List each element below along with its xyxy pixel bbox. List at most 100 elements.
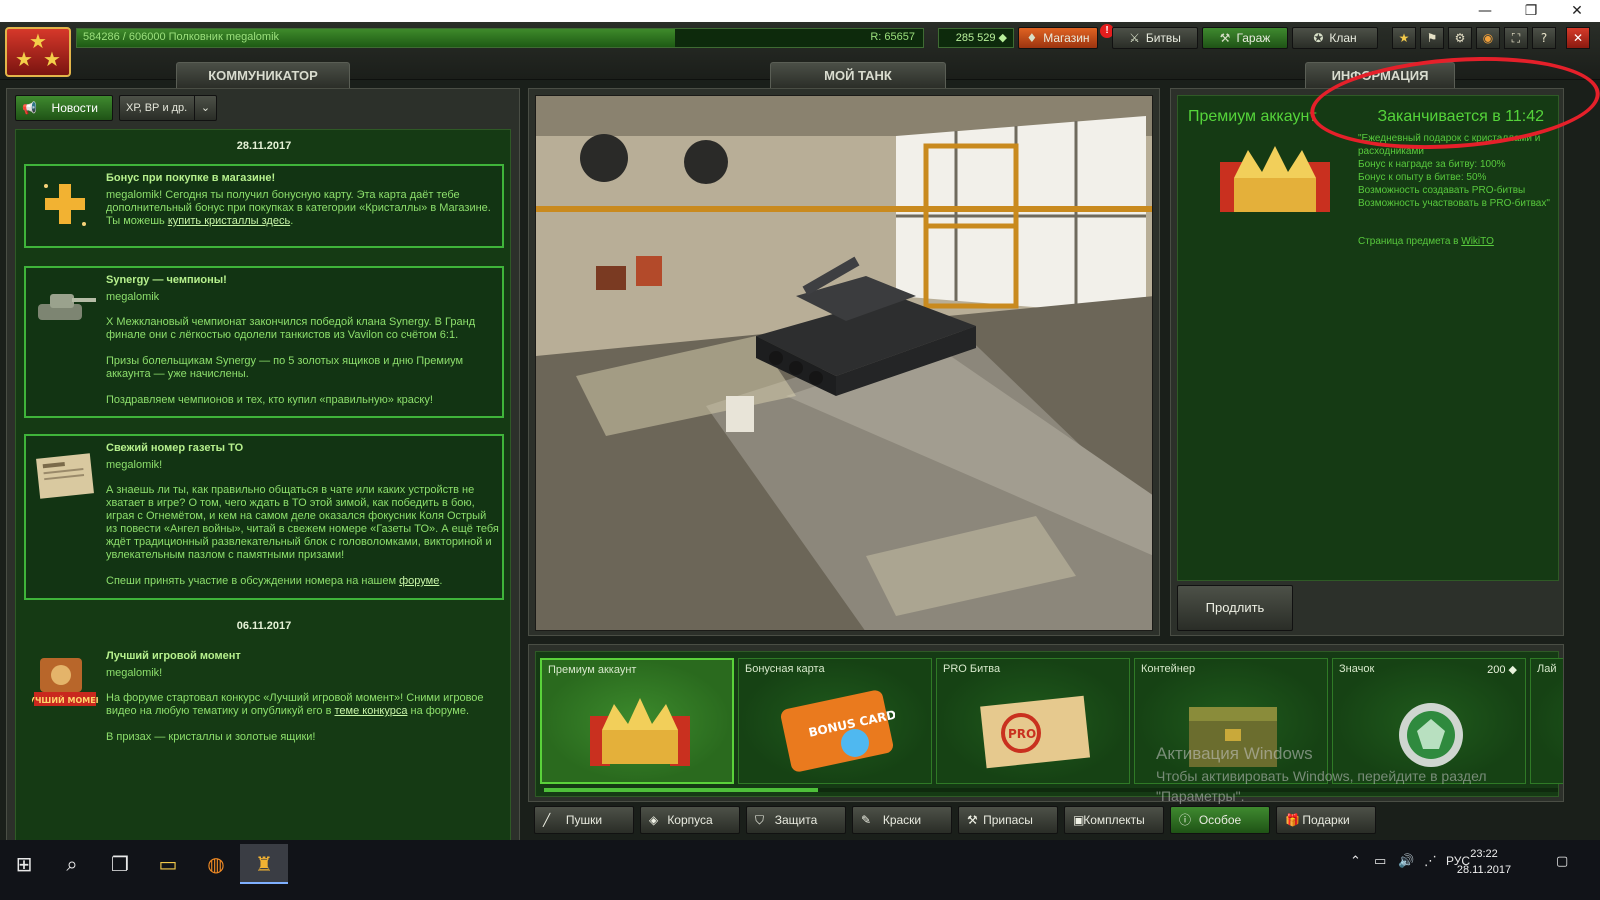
start-icon[interactable]: ⊞	[0, 844, 48, 884]
clock-time: 23:22	[1470, 848, 1498, 860]
news-filter-dropdown[interactable]: ХР, ВР и др. ⌄	[119, 95, 217, 121]
help-icon[interactable]: ?	[1532, 27, 1556, 49]
restore-button[interactable]: ❐	[1508, 0, 1554, 22]
crossed-swords-icon: ⚔	[1129, 31, 1140, 45]
pro-stamp-text: PRO	[1008, 727, 1036, 741]
news-text: X Межклановый чемпионат закончился побед…	[106, 316, 476, 341]
category-gifts[interactable]: 🎁 Подарки	[1276, 806, 1376, 834]
news-title: Бонус при покупке в магазине!	[106, 172, 276, 184]
forum-link[interactable]: форуме	[399, 575, 439, 587]
wrench-icon: ⚒	[1219, 31, 1231, 45]
volume-icon[interactable]: 🔊	[1398, 854, 1414, 869]
renew-button[interactable]: Продлить	[1177, 585, 1293, 631]
category-supplies[interactable]: ⚒ Припасы	[958, 806, 1058, 834]
category-protection[interactable]: ⛉ Защита	[746, 806, 846, 834]
windows-taskbar: ⊞ ⌕ ❐ ▭ ◍ ♜ ⌃ ▭ 🔊 ⋰ РУС 23:22 28.11.2017…	[0, 840, 1600, 900]
buy-crystals-link[interactable]: купить кристаллы здесь	[168, 215, 290, 227]
crystals-counter: 285 529 ◆	[938, 28, 1014, 48]
newspaper-icon	[36, 453, 94, 499]
wrench-icon: ⚒	[967, 813, 978, 827]
news-button[interactable]: 📢 Новости	[15, 95, 113, 121]
file-explorer-icon[interactable]: ▭	[144, 844, 192, 884]
search-icon[interactable]: ⌕	[48, 844, 96, 884]
news-text: Призы болельщикам Synergy — по 5 золотых…	[106, 355, 464, 380]
category-paints[interactable]: ✎ Краски	[852, 806, 952, 834]
task-view-icon[interactable]: ❐	[96, 844, 144, 884]
news-text: Поздравляем чемпионов и тех, кто купил «…	[106, 394, 433, 406]
gear-icon[interactable]: ⚙	[1448, 27, 1472, 49]
category-guns[interactable]: ╱ Пушки	[534, 806, 634, 834]
tab-communicator[interactable]: КОММУНИКАТОР	[176, 62, 350, 88]
shop-item-bonus-card[interactable]: Бонусная карта BONUS CARD	[738, 658, 932, 784]
news-text: На форуме стартовал конкурс «Лучший игро…	[106, 692, 484, 717]
news-date: 28.11.2017	[236, 140, 292, 152]
best-moment-icon: ЛУЧШИЙ МОМЕНТ	[32, 658, 98, 706]
category-hulls[interactable]: ◈ Корпуса	[640, 806, 740, 834]
taskbar-clock[interactable]: 23:22 28.11.2017	[1454, 846, 1514, 878]
pro-ticket-icon: PRO	[980, 695, 1091, 769]
rank-insignia-icon: ★ ★ ★	[5, 27, 71, 77]
shop-scrollbar-thumb[interactable]	[544, 788, 818, 792]
news-text: В призах — кристаллы и золотые ящики!	[106, 731, 316, 743]
item-title: Премиум аккаунт	[1188, 108, 1317, 125]
shop-item-premium[interactable]: Премиум аккаунт	[540, 658, 734, 784]
network-icon[interactable]: ⋰	[1424, 854, 1437, 869]
news-feed[interactable]: 28.11.2017 Бонус при покупке в магазине!…	[15, 129, 511, 849]
news-item: Свежий номер газеты ТО megalomik! А знае…	[24, 434, 504, 600]
minimize-button[interactable]: —	[1462, 0, 1508, 22]
window-titlebar: — ❐ ✕	[0, 0, 1600, 22]
xp-progress-bar: 584286 / 606000 Полковник megalomik R: 6…	[76, 28, 924, 48]
premium-crown-icon	[1220, 146, 1330, 212]
firefox-icon[interactable]: ◍	[192, 844, 240, 884]
tab-my-tank[interactable]: МОЙ ТАНК	[770, 62, 946, 88]
news-text: А знаешь ли ты, как правильно общаться в…	[106, 484, 499, 561]
information-panel: Премиум аккаунт Заканчивается в 11:42 "Е…	[1170, 88, 1564, 636]
close-window-button[interactable]: ✕	[1554, 0, 1600, 22]
news-text: Спеши принять участие в обсуждении номер…	[106, 575, 443, 587]
shield-icon: ⛉	[755, 813, 765, 827]
garage-button[interactable]: ⚒ Гараж	[1202, 27, 1288, 49]
news-author: megalomik	[106, 291, 160, 303]
news-title: Свежий номер газеты ТО	[106, 442, 244, 454]
tanki-online-icon[interactable]: ♜	[240, 844, 288, 884]
news-item: Synergy — чемпионы! megalomik X Межклано…	[24, 266, 504, 418]
medal-icon: ✪	[1313, 31, 1324, 45]
battles-button[interactable]: ⚔ Битвы	[1112, 27, 1198, 49]
battery-icon[interactable]: ▭	[1374, 854, 1386, 869]
news-author: megalomik!	[106, 667, 163, 679]
news-title: Synergy — чемпионы!	[106, 274, 227, 286]
hangar-scene	[536, 96, 1152, 630]
paint-brush-icon: ✎	[861, 813, 872, 827]
rating-text: R: 65657	[870, 31, 915, 43]
megaphone-icon: 📢	[22, 101, 37, 115]
hull-icon: ◈	[649, 813, 659, 827]
news-date: 06.11.2017	[236, 620, 292, 632]
notifications-icon[interactable]: ▢	[1556, 854, 1568, 869]
clock-date: 28.11.2017	[1456, 864, 1512, 876]
kit-icon: ▣	[1073, 813, 1085, 827]
exclamation-icon: ⓘ	[1179, 813, 1192, 827]
achievements-icon[interactable]: ⚑	[1420, 27, 1444, 49]
close-game-icon[interactable]: ✕	[1566, 27, 1590, 49]
clan-button[interactable]: ✪ Клан	[1292, 27, 1378, 49]
news-item: Бонус при покупке в магазине! megalomik!…	[24, 164, 504, 248]
chevron-down-icon: ⌄	[194, 96, 216, 120]
item-info-box: Премиум аккаунт Заканчивается в 11:42 "Е…	[1177, 95, 1559, 581]
gun-icon: ╱	[543, 813, 551, 827]
category-special[interactable]: ⓘ Особое	[1170, 806, 1270, 834]
shop-item-pro-battle[interactable]: PRO Битва PRO	[936, 658, 1130, 784]
garage-3d-view[interactable]	[535, 95, 1153, 631]
shop-button[interactable]: ♦ Магазин	[1018, 27, 1098, 49]
news-title: Лучший игровой момент	[106, 650, 241, 662]
tank-turret-icon	[38, 294, 96, 320]
wiki-link[interactable]: WikiTO	[1461, 236, 1494, 247]
sound-icon[interactable]: ◉	[1476, 27, 1500, 49]
windows-activation-title: Активация Windows	[1156, 744, 1313, 763]
contest-topic-link[interactable]: теме конкурса	[335, 705, 408, 717]
show-hidden-icons-icon[interactable]: ⌃	[1350, 854, 1361, 869]
news-item: ЛУЧШИЙ МОМЕНТ Лучший игровой момент mega…	[24, 642, 504, 752]
star-icon[interactable]: ★	[1392, 27, 1416, 49]
fullscreen-icon[interactable]: ⛶	[1504, 27, 1528, 49]
category-kits[interactable]: ▣ Комплекты	[1064, 806, 1164, 834]
news-text: megalomik! Сегодня ты получил бонусную к…	[106, 189, 491, 227]
